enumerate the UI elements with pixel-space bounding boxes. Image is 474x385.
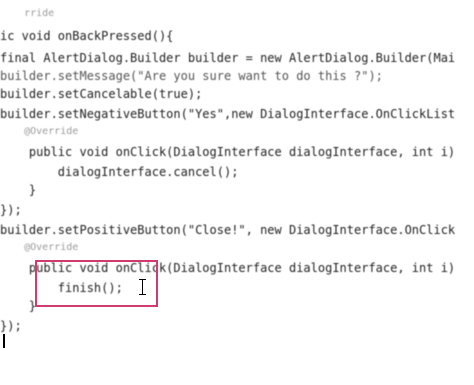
code-line-close-brace: } [0, 299, 37, 313]
code-line-set-message: builder.setMessage("Are you sure want to… [0, 69, 383, 83]
code-line-onclick-signature: public void onClick(DialogInterface dial… [0, 145, 456, 159]
code-editor[interactable]: rride ic void onBackPressed(){ final Ale… [0, 0, 474, 385]
code-line-set-positive-button: builder.setPositiveButton("Close!", new … [0, 223, 456, 237]
code-line-annotation-override: rride [0, 8, 55, 19]
highlight-box [35, 260, 158, 307]
code-line-close-listener: }); [0, 203, 22, 217]
code-line-close-brace: } [0, 183, 37, 197]
text-cursor-icon [139, 279, 146, 295]
code-line-set-cancelable: builder.setCancelable(true); [0, 87, 203, 101]
code-line-close-listener: }); [0, 319, 22, 333]
text-caret [3, 334, 5, 348]
code-line-annotation-override: @Override [0, 242, 79, 253]
code-line-dialog-cancel: dialogInterface.cancel(); [0, 165, 239, 179]
code-line-annotation-override: @Override [0, 126, 79, 137]
code-line-builder-declaration: final AlertDialog.Builder builder = new … [0, 51, 456, 65]
code-line-method-signature: ic void onBackPressed(){ [0, 29, 174, 43]
code-line-set-negative-button: builder.setNegativeButton("Yes",new Dial… [0, 107, 456, 121]
